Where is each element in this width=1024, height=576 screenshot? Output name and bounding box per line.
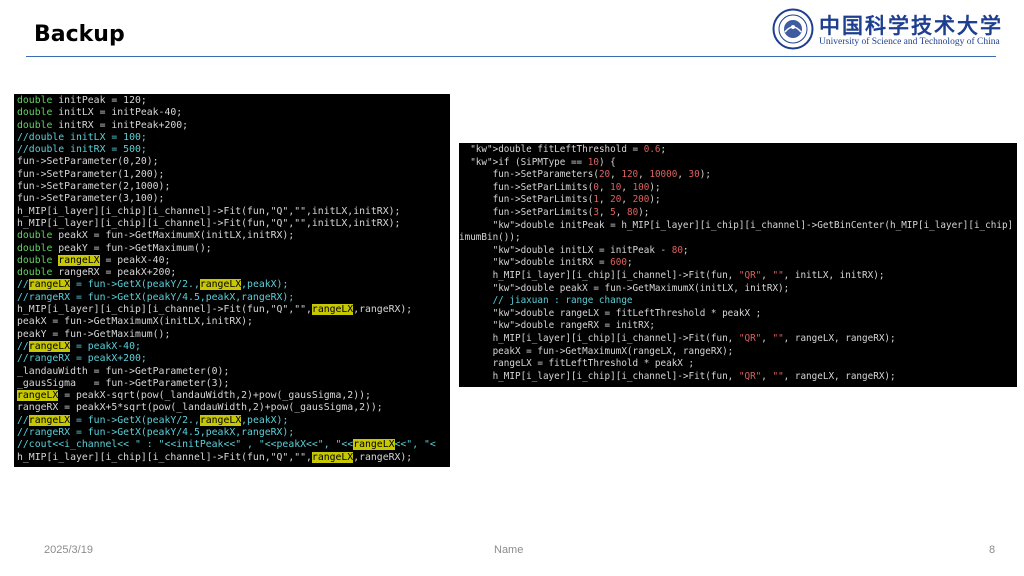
logo-english-name: University of Science and Technology of … xyxy=(819,37,1000,47)
left-code-line: //double initRX = 500; xyxy=(17,144,147,156)
right-code-line: "kw">double rangeRX = initRX; xyxy=(492,320,655,332)
left-code-line: fun->SetParameter(1,200); xyxy=(17,168,165,180)
right-code-line: h_MIP[i_layer][i_chip][i_channel]->Fit(f… xyxy=(459,332,896,344)
right-code-line: "kw">double initLX = initPeak - 80; xyxy=(492,244,689,256)
left-code-line: double peakX = fun->GetMaximumX(initLX,i… xyxy=(17,230,295,242)
left-code-line: double rangeLX = peakX-40; xyxy=(17,254,171,266)
left-code-line: double initLX = initPeak-40; xyxy=(17,107,183,119)
right-code-line: fun->SetParLimits(1, 20, 200); xyxy=(459,194,661,206)
left-code-line: h_MIP[i_layer][i_chip][i_channel]->Fit(f… xyxy=(17,451,413,463)
right-code-line: fun->SetParLimits(0, 10, 100); xyxy=(459,181,661,193)
left-code-line: fun->SetParameter(2,1000); xyxy=(17,181,171,193)
left-code-line: h_MIP[i_layer][i_chip][i_channel]->Fit(f… xyxy=(17,304,413,316)
left-code-line: //rangeRX = fun->GetX(peakY/4.5,peakX,ra… xyxy=(17,291,295,303)
university-seal-icon xyxy=(772,8,814,50)
right-code-line: "kw">double initPeak = h_MIP[i_layer][i_… xyxy=(492,219,1014,231)
slide-title: Backup xyxy=(34,22,125,47)
logo-chinese-name: 中国科学技术大学 xyxy=(819,13,1003,38)
right-code-line: fun->SetParameters(20, 120, 10000, 30); xyxy=(459,169,711,181)
left-code-line: //rangeRX = peakX+200; xyxy=(17,353,147,365)
left-code-line: double peakY = fun->GetMaximum(); xyxy=(17,242,212,254)
right-code-line: h_MIP[i_layer][i_chip][i_channel]->Fit(f… xyxy=(459,370,896,382)
left-code-line: //rangeLX = peakX-40; xyxy=(17,340,141,352)
code-screenshot-right: "kw">double fitLeftThreshold = 0.6; "kw"… xyxy=(459,143,1017,387)
footer-name: Name xyxy=(494,544,524,556)
right-code-line: "kw">double initRX = 600; xyxy=(492,257,633,269)
code-screenshot-left: double initPeak = 120; double initLX = in… xyxy=(14,94,450,467)
left-code-line: peakX = fun->GetMaximumX(initLX,initRX); xyxy=(17,316,253,328)
right-code-line: fun->SetParLimits(3, 5, 80); xyxy=(459,206,650,218)
right-code-line: "kw">if (SiPMType == 10) { xyxy=(470,156,616,168)
footer-page-number: 8 xyxy=(989,544,996,556)
left-code-line: fun->SetParameter(0,20); xyxy=(17,156,159,168)
right-code-line: // jiaxuan : range change xyxy=(459,295,633,307)
left-code-line: //rangeRX = fun->GetX(peakY/4.5,peakX,ra… xyxy=(17,427,295,439)
right-code-line: h_MIP[i_layer][i_chip][i_channel]->Fit(f… xyxy=(459,269,885,281)
left-code-line: //cout<<i_channel<< " : "<<initPeak<<" ,… xyxy=(17,439,436,451)
left-code-line: h_MIP[i_layer][i_chip][i_channel]->Fit(f… xyxy=(17,205,401,217)
left-code-line: _gausSigma = fun->GetParameter(3); xyxy=(17,377,230,389)
left-code-line: rangeRX = peakX+5*sqrt(pow(_landauWidth,… xyxy=(17,402,383,414)
title-divider xyxy=(26,56,996,57)
left-code-line: rangeLX = peakX-sqrt(pow(_landauWidth,2)… xyxy=(17,390,371,402)
left-code-line: h_MIP[i_layer][i_chip][i_channel]->Fit(f… xyxy=(17,217,401,229)
left-code-line: double initRX = initPeak+200; xyxy=(17,119,189,131)
right-code-line: imumBin()); xyxy=(459,232,521,244)
right-code-line: "kw">double peakX = fun->GetMaximumX(ini… xyxy=(492,282,790,294)
left-code-line: //double initLX = 100; xyxy=(17,131,147,143)
left-code-line: //rangeLX = fun->GetX(peakY/2.,rangeLX,p… xyxy=(17,279,289,291)
right-code-line: rangeLX = fitLeftThreshold * peakX ; xyxy=(459,358,695,370)
right-code-line: "kw">double fitLeftThreshold = 0.6; xyxy=(470,144,667,155)
left-code-line: double rangeRX = peakX+200; xyxy=(17,267,177,279)
footer-date: 2025/3/19 xyxy=(44,544,93,556)
left-code-line: double initPeak = 120; xyxy=(17,95,147,106)
left-code-line: //rangeLX = fun->GetX(peakY/2.,rangeLX,p… xyxy=(17,414,289,426)
university-logo: 中国科学技术大学 University of Science and Techn… xyxy=(772,8,1002,50)
left-code-line: fun->SetParameter(3,100); xyxy=(17,193,165,205)
right-code-line: "kw">double rangeLX = fitLeftThreshold *… xyxy=(492,307,762,319)
left-code-line: peakY = fun->GetMaximum(); xyxy=(17,328,171,340)
left-code-line: _landauWidth = fun->GetParameter(0); xyxy=(17,365,230,377)
right-code-line: peakX = fun->GetMaximumX(rangeLX, rangeR… xyxy=(459,345,734,357)
